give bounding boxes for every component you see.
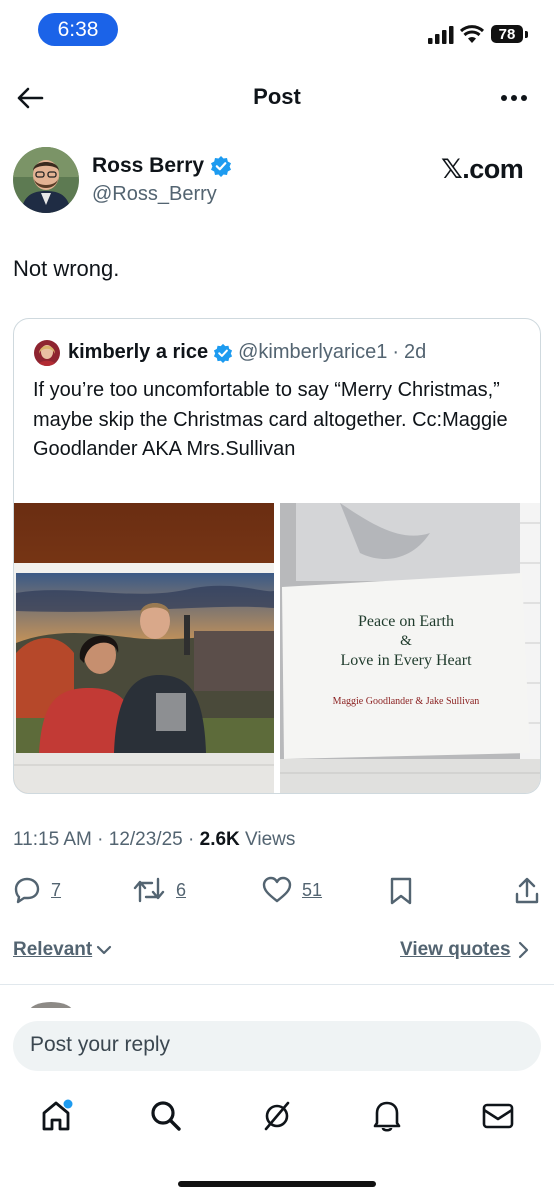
signal-icon xyxy=(428,26,454,44)
wifi-icon xyxy=(459,25,485,43)
quote-dot: · xyxy=(392,341,399,363)
meta-dot: · xyxy=(188,829,200,850)
quote-author-name[interactable]: kimberly a rice xyxy=(68,341,208,364)
reply-button[interactable]: 7 xyxy=(13,876,61,904)
reply-icon xyxy=(14,877,40,904)
page-title: Post xyxy=(253,84,301,109)
post-date: 12/23/25 xyxy=(108,829,183,850)
quote-author-avatar[interactable] xyxy=(34,340,60,366)
quote-image-card-inside[interactable]: Peace on Earth & Love in Every Heart Mag… xyxy=(280,503,540,793)
like-icon xyxy=(262,876,292,903)
status-time: 6:38 xyxy=(38,13,118,46)
reply-placeholder[interactable]: Post your reply xyxy=(30,1033,170,1057)
like-button[interactable]: 51 xyxy=(262,876,322,904)
meta-dot: · xyxy=(97,829,109,850)
card-signature: Maggie Goodlander & Jake Sullivan xyxy=(332,696,480,707)
grok-icon xyxy=(264,1101,290,1131)
author-avatar[interactable] xyxy=(13,147,79,213)
views-count: 2.6K xyxy=(199,829,240,850)
x-watermark: 𝕏.com xyxy=(441,154,524,184)
repost-button[interactable]: 6 xyxy=(132,876,186,904)
card-line-2: Love in Every Heart xyxy=(340,652,472,669)
card-ampersand: & xyxy=(400,633,412,649)
more-icon[interactable] xyxy=(500,94,528,102)
card-line-1: Peace on Earth xyxy=(358,613,454,630)
quote-image-card-front[interactable] xyxy=(14,503,274,793)
like-count[interactable]: 51 xyxy=(302,880,322,901)
verified-badge-icon xyxy=(211,156,232,177)
post-metadata: 11:15 AM · 12/23/25 · 2.6K Views xyxy=(13,829,295,851)
sort-label[interactable]: Relevant xyxy=(13,939,92,961)
battery-tip xyxy=(525,31,528,38)
author-name[interactable]: Ross Berry xyxy=(92,154,204,178)
nav-search[interactable] xyxy=(146,1096,186,1136)
chevron-down-icon xyxy=(97,945,112,955)
battery-indicator: 78 xyxy=(491,25,523,43)
verified-badge-icon xyxy=(214,343,233,363)
home-icon xyxy=(42,1099,73,1131)
view-quotes-label[interactable]: View quotes xyxy=(400,939,511,961)
quote-age: 2d xyxy=(404,341,427,363)
quote-author-handle[interactable]: @kimberlyarice1 xyxy=(238,341,387,364)
author-name-row[interactable]: Ross Berry xyxy=(92,154,232,178)
view-quotes-link[interactable]: View quotes xyxy=(400,939,529,961)
nav-grok[interactable] xyxy=(257,1096,297,1136)
quote-author-row[interactable]: kimberly a rice @kimberlyarice1 · 2d xyxy=(68,341,426,364)
chevron-right-icon xyxy=(518,941,528,959)
search-icon xyxy=(151,1101,181,1131)
divider xyxy=(0,984,554,985)
quoted-post[interactable]: kimberly a rice @kimberlyarice1 · 2d If … xyxy=(13,318,541,794)
nav-messages[interactable] xyxy=(478,1096,518,1136)
messages-icon xyxy=(482,1103,514,1129)
sort-relevant-dropdown[interactable]: Relevant xyxy=(13,939,112,961)
reply-count[interactable]: 7 xyxy=(51,880,61,901)
home-indicator xyxy=(178,1181,376,1187)
post-time: 11:15 AM xyxy=(13,829,92,850)
quote-text: If you’re too uncomfortable to say “Merr… xyxy=(33,379,508,460)
share-icon[interactable] xyxy=(514,877,540,905)
nav-notifications[interactable] xyxy=(367,1096,407,1136)
repost-icon xyxy=(133,877,165,903)
repost-count[interactable]: 6 xyxy=(176,880,186,901)
bookmark-icon[interactable] xyxy=(389,877,413,905)
nav-home[interactable] xyxy=(36,1096,76,1136)
post-text: Not wrong. xyxy=(13,256,120,281)
views-label: Views xyxy=(245,829,296,850)
author-handle[interactable]: @Ross_Berry xyxy=(92,183,217,206)
notifications-icon xyxy=(373,1101,401,1132)
